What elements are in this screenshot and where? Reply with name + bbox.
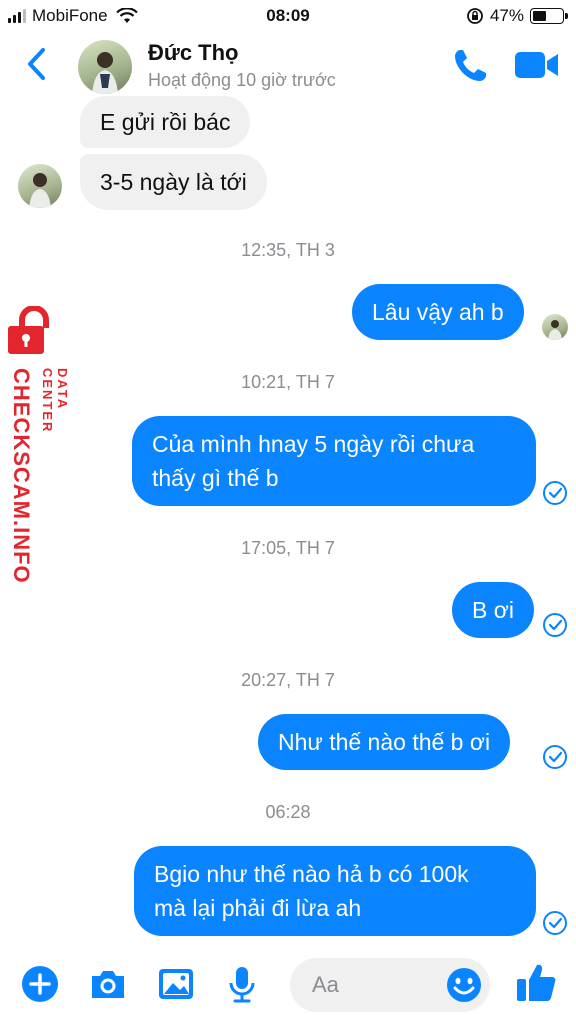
phone-icon[interactable]	[452, 46, 490, 84]
activity-status: Hoạt động 10 giờ trước	[148, 70, 336, 90]
watermark-main: CHECKSCAM.INFO	[9, 368, 34, 584]
thumbs-up-icon[interactable]	[514, 960, 558, 1004]
message-text: Như thế nào thế b ơi	[278, 729, 491, 755]
battery-icon	[530, 8, 568, 24]
outgoing-message[interactable]: Lâu vậy ah b	[352, 284, 524, 340]
message-text-line: mà lại phải đi lừa ah	[154, 895, 362, 921]
watermark-sub: DATA CENTER	[40, 368, 70, 434]
checkscam-watermark: CHECKSCAM.INFO DATA CENTER	[4, 306, 70, 596]
orientation-lock-icon	[467, 8, 483, 24]
composer-bar: Aa	[0, 950, 576, 1024]
outgoing-message[interactable]: Của mình hnay 5 ngày rồi chưa thấy gì th…	[132, 416, 536, 506]
delivered-check-icon	[543, 613, 567, 637]
read-receipt-avatar	[542, 314, 568, 340]
message-text: Lâu vậy ah b	[372, 299, 504, 325]
camera-icon[interactable]	[88, 964, 128, 1004]
message-input-placeholder: Aa	[312, 972, 339, 997]
person-photo-icon	[548, 320, 562, 340]
status-bar: MobiFone 08:09 47%	[0, 0, 576, 32]
emoji-icon[interactable]	[446, 967, 482, 1003]
status-right: 47%	[466, 6, 568, 26]
timestamp: 12:35, TH 3	[241, 240, 335, 260]
contact-name[interactable]: Đức Thọ	[148, 40, 238, 66]
message-text-line: thấy gì thế b	[152, 465, 279, 491]
timestamp: 20:27, TH 7	[241, 670, 335, 690]
message-text: B ơi	[472, 597, 514, 623]
contact-avatar[interactable]	[78, 40, 132, 94]
sender-avatar[interactable]	[18, 164, 62, 208]
message-text: E gửi rồi bác	[100, 109, 231, 135]
conversation-header: Đức Thọ Hoạt động 10 giờ trước	[0, 32, 576, 96]
timestamp: 06:28	[265, 802, 311, 822]
message-input[interactable]: Aa	[290, 958, 490, 1012]
outgoing-message[interactable]: Như thế nào thế b ơi	[258, 714, 511, 770]
gallery-icon[interactable]	[156, 964, 196, 1004]
person-photo-icon	[92, 52, 118, 94]
incoming-message[interactable]: 3-5 ngày là tới	[80, 154, 267, 210]
timestamp: 17:05, TH 7	[241, 538, 335, 558]
video-camera-icon[interactable]	[514, 48, 560, 82]
plus-icon[interactable]	[20, 964, 60, 1004]
person-photo-icon	[29, 173, 51, 208]
message-text-line: Của mình hnay 5 ngày rồi chưa	[152, 431, 475, 457]
microphone-icon[interactable]	[222, 964, 262, 1004]
padlock-icon	[8, 306, 49, 354]
timestamp: 10:21, TH 7	[241, 372, 335, 392]
delivered-check-icon	[543, 745, 567, 769]
message-text-line: Bgio như thế nào hả b có 100k	[154, 861, 469, 887]
delivered-check-icon	[543, 911, 567, 935]
outgoing-message[interactable]: Bgio như thế nào hả b có 100k mà lại phả…	[134, 846, 536, 936]
outgoing-message[interactable]: B ơi	[452, 582, 534, 638]
battery-percent: 47%	[489, 6, 524, 25]
back-chevron-icon[interactable]	[22, 46, 52, 82]
incoming-message[interactable]: E gửi rồi bác	[80, 96, 251, 148]
message-text: 3-5 ngày là tới	[100, 169, 247, 195]
delivered-check-icon	[543, 481, 567, 505]
